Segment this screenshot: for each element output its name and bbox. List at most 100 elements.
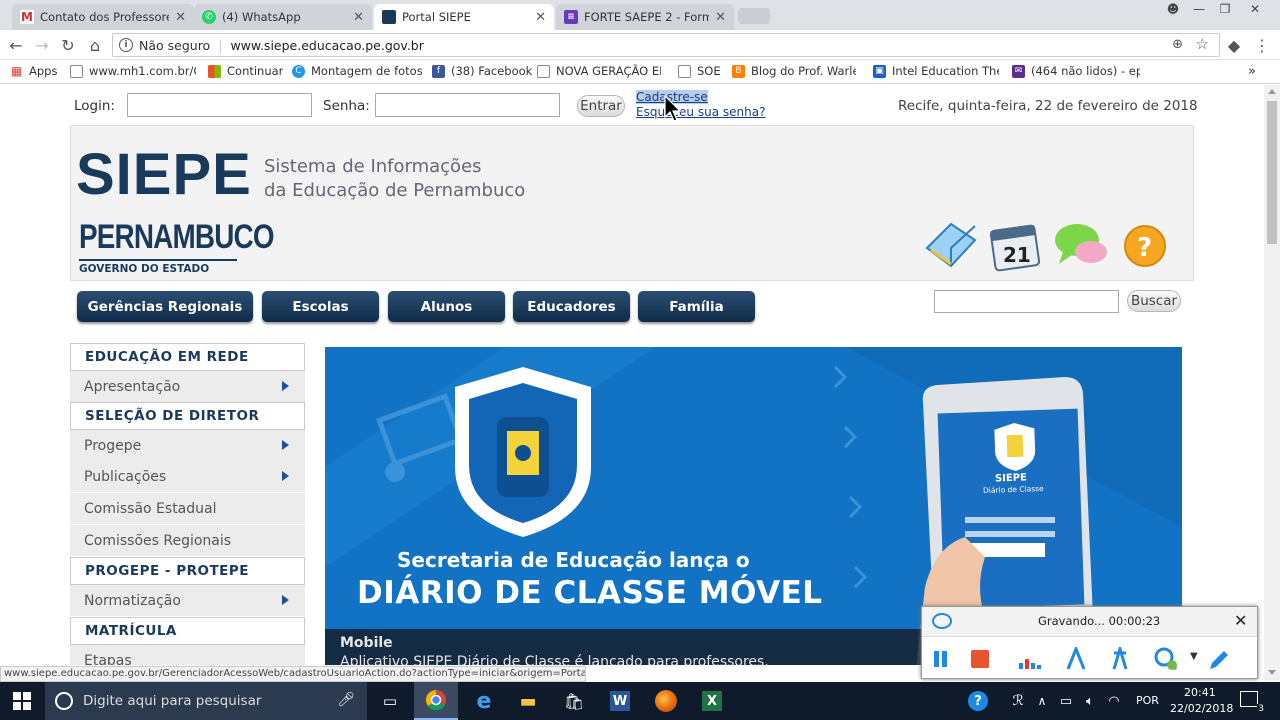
buscar-button[interactable]: Buscar <box>1127 290 1181 312</box>
tagline-line1: Sistema de Informações <box>264 156 482 177</box>
close-tab-icon[interactable]: ✕ <box>175 10 186 25</box>
reload-icon[interactable]: ↻ <box>58 35 78 55</box>
bookmark-mh1[interactable]: www.mh1.com.br/Ga <box>70 64 196 78</box>
language-indicator[interactable]: POR <box>1136 694 1159 707</box>
scroll-down-icon[interactable] <box>1268 670 1276 675</box>
sidebar-item-apresentacao[interactable]: Apresentação <box>70 371 305 402</box>
zoom-icon[interactable]: ⊕ <box>1172 37 1183 52</box>
windows-icon <box>208 64 221 78</box>
new-tab-button[interactable] <box>738 8 770 24</box>
tab-portal-siepe[interactable]: Portal SIEPE ✕ <box>374 4 554 30</box>
tab-contato[interactable]: M Contato dos Professores ✕ <box>12 4 194 30</box>
entrar-button[interactable]: Entrar <box>577 95 625 117</box>
bookmark-blog[interactable]: B Blog do Prof. Warles <box>732 64 856 78</box>
nav-familia[interactable]: Família <box>638 291 755 322</box>
sidebar-item-label: Progepe <box>84 437 142 454</box>
login-input[interactable] <box>127 93 312 117</box>
action-center-icon[interactable]: 3 <box>1240 691 1265 714</box>
address-bar[interactable]: i Não seguro | www.siepe.educacao.pe.gov… <box>112 33 1220 57</box>
back-arrow-icon[interactable]: ← <box>6 35 26 55</box>
close-tab-icon[interactable]: ✕ <box>353 10 364 25</box>
minimize-button[interactable]: — <box>1186 0 1212 18</box>
bookmark-mail[interactable]: ✉ (464 não lidos) - epjr <box>1012 64 1140 78</box>
info-icon[interactable]: i <box>119 38 133 52</box>
tab-title: Portal SIEPE <box>402 10 471 24</box>
scroll-thumb[interactable] <box>1267 101 1277 244</box>
menu-dots-icon[interactable]: ⋮ <box>1252 35 1272 55</box>
esqueceu-senha-link[interactable]: Esqueceu sua senha? <box>636 105 765 119</box>
store-icon[interactable]: 🛍︎ <box>552 682 596 720</box>
bookmark-apps[interactable]: ▦ Apps <box>10 64 58 78</box>
sidebar-item-label: Apresentação <box>84 378 181 395</box>
recorder-close-icon[interactable]: ✕ <box>1234 611 1247 630</box>
home-icon[interactable]: ⌂ <box>85 35 105 55</box>
page-scrollbar[interactable] <box>1264 85 1280 680</box>
microphone-icon[interactable]: 🎤︎ <box>337 692 355 708</box>
restore-button[interactable]: ❐ <box>1212 0 1238 18</box>
excel-icon[interactable]: X <box>690 682 734 720</box>
search-input[interactable] <box>934 290 1119 313</box>
book-icon[interactable] <box>923 218 979 274</box>
tab-title: (4) WhatsApp <box>222 10 301 24</box>
pause-icon[interactable] <box>934 651 939 667</box>
help-question-icon[interactable]: ? <box>1123 224 1167 268</box>
bookmark-montagem[interactable]: C Montagem de fotos <box>292 64 423 78</box>
nav-escolas[interactable]: Escolas <box>262 291 379 322</box>
calendar-icon[interactable]: 21 <box>989 218 1043 272</box>
sidebar-item-progepe[interactable]: Progepe <box>70 430 305 461</box>
senha-input[interactable] <box>375 93 560 117</box>
caption-title: Mobile <box>340 635 393 651</box>
close-tab-icon[interactable]: ✕ <box>715 10 726 25</box>
audio-level-icon[interactable] <box>1017 651 1045 669</box>
zoom-tool-icon[interactable] <box>1152 645 1180 673</box>
file-explorer-icon[interactable]: ▬ <box>506 682 550 720</box>
draw-tool-icon[interactable] <box>1064 647 1088 671</box>
taskbar-search-box[interactable]: Digite aqui para pesquisar 🎤︎ <box>45 682 367 720</box>
sidebar-section-educacao-em-rede: EDUCAÇÃO EM REDE <box>70 343 305 371</box>
dropdown-caret-icon[interactable]: ▼ <box>1190 651 1198 662</box>
bookmark-intel[interactable]: ▣ Intel Education Theft <box>873 64 999 78</box>
bookmark-nova-geracao[interactable]: NOVA GERAÇÃO EM <box>537 64 661 78</box>
sidebar-item-normatizacao[interactable]: Normatização <box>70 585 305 616</box>
windows-start-icon[interactable] <box>0 682 44 720</box>
scroll-up-icon[interactable] <box>1268 89 1276 94</box>
profile-icon[interactable]: ☻ <box>1160 0 1186 18</box>
chrome-taskbar-icon[interactable] <box>414 682 458 720</box>
tab-forte-saepe[interactable]: ≡ FORTE SAEPE 2 - Formul ✕ <box>556 4 734 30</box>
word-icon[interactable]: W <box>598 682 642 720</box>
bookmark-facebook[interactable]: f (38) Facebook <box>432 64 532 78</box>
edge-icon[interactable]: e <box>462 682 506 720</box>
more-bookmarks-icon[interactable]: » <box>1248 64 1256 79</box>
site-header: SIEPE PERNAMBUCO GOVERNO DO ESTADO Siste… <box>70 125 1194 281</box>
nav-gerencias-regionais[interactable]: Gerências Regionais <box>77 291 253 322</box>
sidebar-item-comissoes-regionais[interactable]: Comissões Regionais <box>70 525 305 556</box>
pen-tool-icon[interactable] <box>1108 647 1132 671</box>
clock-date[interactable]: 22/02/2018 <box>1170 702 1233 715</box>
task-view-icon[interactable]: ▭ <box>368 682 412 720</box>
clock-time[interactable]: 20:41 <box>1184 686 1216 699</box>
forward-arrow-icon[interactable]: → <box>32 35 52 55</box>
nav-educadores[interactable]: Educadores <box>513 291 630 322</box>
sidebar-item-comissao-estadual[interactable]: Comissão Estadual <box>70 493 305 524</box>
firefox-icon[interactable] <box>644 682 688 720</box>
nav-alunos[interactable]: Alunos <box>388 291 505 322</box>
sidebar-item-publicacoes[interactable]: Publicações <box>70 461 305 492</box>
bookmark-star-icon[interactable]: ☆ <box>1196 35 1209 53</box>
tab-whatsapp[interactable]: ✆ (4) WhatsApp ✕ <box>194 4 372 30</box>
bookmark-continuar[interactable]: Continuar <box>208 64 283 78</box>
wifi-icon[interactable]: ◠ <box>1102 682 1126 720</box>
browser-toolbar: ← → ↻ ⌂ i Não seguro | www.siepe.educaca… <box>0 30 1280 60</box>
battery-icon[interactable]: ▭ <box>1054 682 1078 720</box>
bookmark-soe[interactable]: SOE <box>678 64 721 78</box>
help-tray-icon[interactable]: ? <box>956 682 1000 720</box>
url-text[interactable]: www.siepe.educacao.pe.gov.br <box>230 38 423 53</box>
pencil-icon[interactable] <box>1206 647 1232 673</box>
stop-icon[interactable] <box>971 650 989 668</box>
volume-icon[interactable]: 🔈︎ <box>1078 682 1102 720</box>
show-hidden-icons[interactable]: ∧ <box>1030 682 1054 720</box>
extension-icon[interactable]: ◆ <box>1224 35 1244 55</box>
window-close-button[interactable]: ✕ <box>1242 0 1268 18</box>
close-tab-icon[interactable]: ✕ <box>535 10 546 25</box>
sidebar-item-etapas[interactable]: Etapas <box>70 645 305 665</box>
chat-bubble-icon[interactable] <box>1053 218 1111 272</box>
